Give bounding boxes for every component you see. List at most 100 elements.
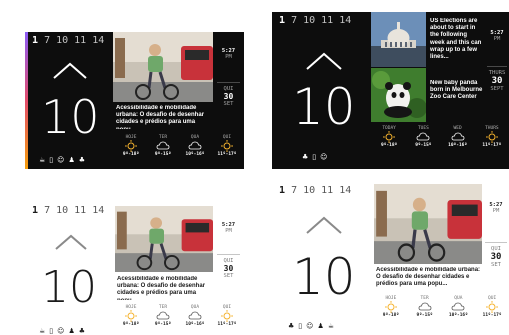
baby-icon[interactable]: ☺ xyxy=(57,327,64,335)
forecast-day[interactable]: QUA 10º-16º xyxy=(179,135,211,157)
news-headline[interactable]: Acessibilidade e mobilidade urbana: O de… xyxy=(116,105,211,129)
phone-icon[interactable]: ▯ xyxy=(49,327,53,335)
mug-icon[interactable]: ☕ xyxy=(39,327,45,335)
rail-current: 1 xyxy=(279,15,286,26)
chevron-up-icon[interactable] xyxy=(305,52,343,71)
sun-icon xyxy=(486,301,499,313)
forecast-temp: 10º-16º xyxy=(448,313,468,318)
number-rail[interactable]: 1 7 10 11 14 xyxy=(279,15,351,26)
forecast-day[interactable]: HOJE 9º-18º xyxy=(115,135,147,157)
forecast-temp: 10º-16º xyxy=(448,143,468,148)
baby-icon[interactable]: ☺ xyxy=(320,153,327,161)
forecast-day[interactable]: HOJE 9º-18º xyxy=(374,296,408,318)
icon-tray: ♣ ▯ ☺ xyxy=(302,153,327,161)
forecast-day[interactable]: TER 9º-15º xyxy=(147,305,179,327)
cloud-icon xyxy=(156,141,170,150)
forecast-day[interactable]: QUA 10º-16º xyxy=(179,305,211,327)
chevron-up-icon[interactable] xyxy=(54,234,88,251)
person-icon[interactable]: ♟ xyxy=(317,322,323,330)
cloud-icon xyxy=(416,132,430,141)
news-headline[interactable]: US Elections are about to start in the f… xyxy=(430,18,483,66)
screen-dark-pt: 1 7 10 11 14 10 ☕ ▯ ☺ ♟ ♣ Acessibilidade… xyxy=(25,32,244,169)
forecast-day[interactable]: QUI 11º-17º xyxy=(211,305,243,327)
mug-icon[interactable]: ☕ xyxy=(39,156,45,164)
news-headline[interactable]: Acessibilidade e mobilidade urbana: O de… xyxy=(376,267,481,291)
date-weekday: THURS xyxy=(488,70,506,76)
forecast-day[interactable]: QUI 11º-17º xyxy=(211,135,243,157)
forecast-day-label: TODAY xyxy=(382,126,396,131)
chevron-up-icon[interactable] xyxy=(52,62,88,80)
phone-icon[interactable]: ▯ xyxy=(312,153,316,161)
screen-light-pt: 1 7 10 11 14 10 ☕ ▯ ☺ ♟ ♣ Acessibilidade… xyxy=(25,202,244,335)
forecast-day[interactable]: TUES 9º-15º xyxy=(406,126,440,148)
forecast-temp: 11º-17º xyxy=(217,322,237,327)
rail-current: 1 xyxy=(279,185,286,196)
divider xyxy=(487,66,507,67)
forecast-day-label: WED xyxy=(453,126,462,131)
forecast-temp: 11º-17º xyxy=(482,143,502,148)
sun-icon xyxy=(384,301,397,313)
date-weekday: QUI xyxy=(491,246,501,252)
forecast-day-label: QUA xyxy=(454,296,463,301)
forecast-day-label: QUI xyxy=(222,305,232,310)
rail-current: 1 xyxy=(32,35,39,46)
stroller-icon[interactable]: ♣ xyxy=(79,156,85,164)
phone-icon[interactable]: ▯ xyxy=(298,322,302,330)
sun-icon xyxy=(485,131,498,143)
forecast-day[interactable]: WED 10º-16º xyxy=(441,126,475,148)
big-number: 10 xyxy=(292,248,356,306)
forecast-temp: 11º-17º xyxy=(217,152,237,157)
forecast-day[interactable]: TER 9º-15º xyxy=(408,296,442,318)
forecast-temp: 9º-18º xyxy=(122,152,140,157)
forecast-day[interactable]: QUI 11º-17º xyxy=(475,296,509,318)
divider xyxy=(485,242,507,243)
number-rail[interactable]: 1 7 10 11 14 xyxy=(279,185,351,196)
date-month: SET xyxy=(491,262,501,268)
news-headline[interactable]: Acessibilidade e mobilidade urbana: O de… xyxy=(117,276,212,300)
stroller-icon[interactable]: ♣ xyxy=(302,153,308,161)
cloud-icon xyxy=(188,141,202,150)
forecast-day[interactable]: TODAY 9º-18º xyxy=(372,126,406,148)
news-photo-capitol[interactable] xyxy=(371,12,426,67)
clock-period: PM xyxy=(492,208,500,214)
chevron-up-icon[interactable] xyxy=(305,216,343,235)
forecast-day[interactable]: QUA 10º-16º xyxy=(442,296,476,318)
phone-icon[interactable]: ▯ xyxy=(49,156,53,164)
forecast-day[interactable]: HOJE 9º-18º xyxy=(115,305,147,327)
news-photo-panda[interactable] xyxy=(371,68,426,122)
forecast-day[interactable]: THURS 11º-17º xyxy=(475,126,509,148)
news-photo-bike[interactable] xyxy=(115,206,213,272)
cloud-icon xyxy=(188,311,202,320)
screen-dark-en: 1 7 10 11 14 10 ♣ ▯ ☺ US Elections are a… xyxy=(272,12,509,169)
divider xyxy=(217,254,240,255)
rail-rest: 7 10 11 14 xyxy=(44,35,105,46)
forecast-row: HOJE 9º-18º TER 9º-15º QUA 10º-16º QUI 11º-1… xyxy=(374,296,509,318)
number-rail[interactable]: 1 7 10 11 14 xyxy=(32,205,104,216)
baby-icon[interactable]: ☺ xyxy=(57,156,64,164)
stroller-icon[interactable]: ♣ xyxy=(79,327,85,335)
news-headline[interactable]: New baby panda born in Melbourne Zoo Car… xyxy=(430,80,483,114)
forecast-day-label: HOJE xyxy=(385,296,397,301)
forecast-temp: 10º-16º xyxy=(185,322,205,327)
forecast-temp: 9º-18º xyxy=(382,313,399,318)
rail-rest: 7 10 11 14 xyxy=(291,185,352,196)
person-icon[interactable]: ♟ xyxy=(68,156,74,164)
news-photo-bike[interactable] xyxy=(113,32,213,102)
icon-tray: ♣ ▯ ☺ ♟ ☕ xyxy=(288,322,334,330)
baby-icon[interactable]: ☺ xyxy=(306,322,313,330)
forecast-day[interactable]: TER 9º-15º xyxy=(147,135,179,157)
forecast-temp: 9º-15º xyxy=(415,143,432,148)
number-rail[interactable]: 1 7 10 11 14 xyxy=(32,35,104,46)
forecast-day-label: QUA xyxy=(190,305,200,310)
side-column: 5:27 PM QUI 30 SET xyxy=(215,48,242,107)
forecast-day-label: QUI xyxy=(222,135,232,140)
sun-icon xyxy=(125,140,137,152)
big-number: 10 xyxy=(41,90,100,144)
news-photo-bike[interactable] xyxy=(374,184,482,264)
date-month: SET xyxy=(223,101,234,107)
mug-icon[interactable]: ☕ xyxy=(328,322,334,330)
person-icon[interactable]: ♟ xyxy=(68,327,74,335)
stroller-icon[interactable]: ♣ xyxy=(288,322,294,330)
side-column: 5:27 PM THURS 30 SEPT xyxy=(485,30,509,92)
clock-period: PM xyxy=(225,54,232,60)
